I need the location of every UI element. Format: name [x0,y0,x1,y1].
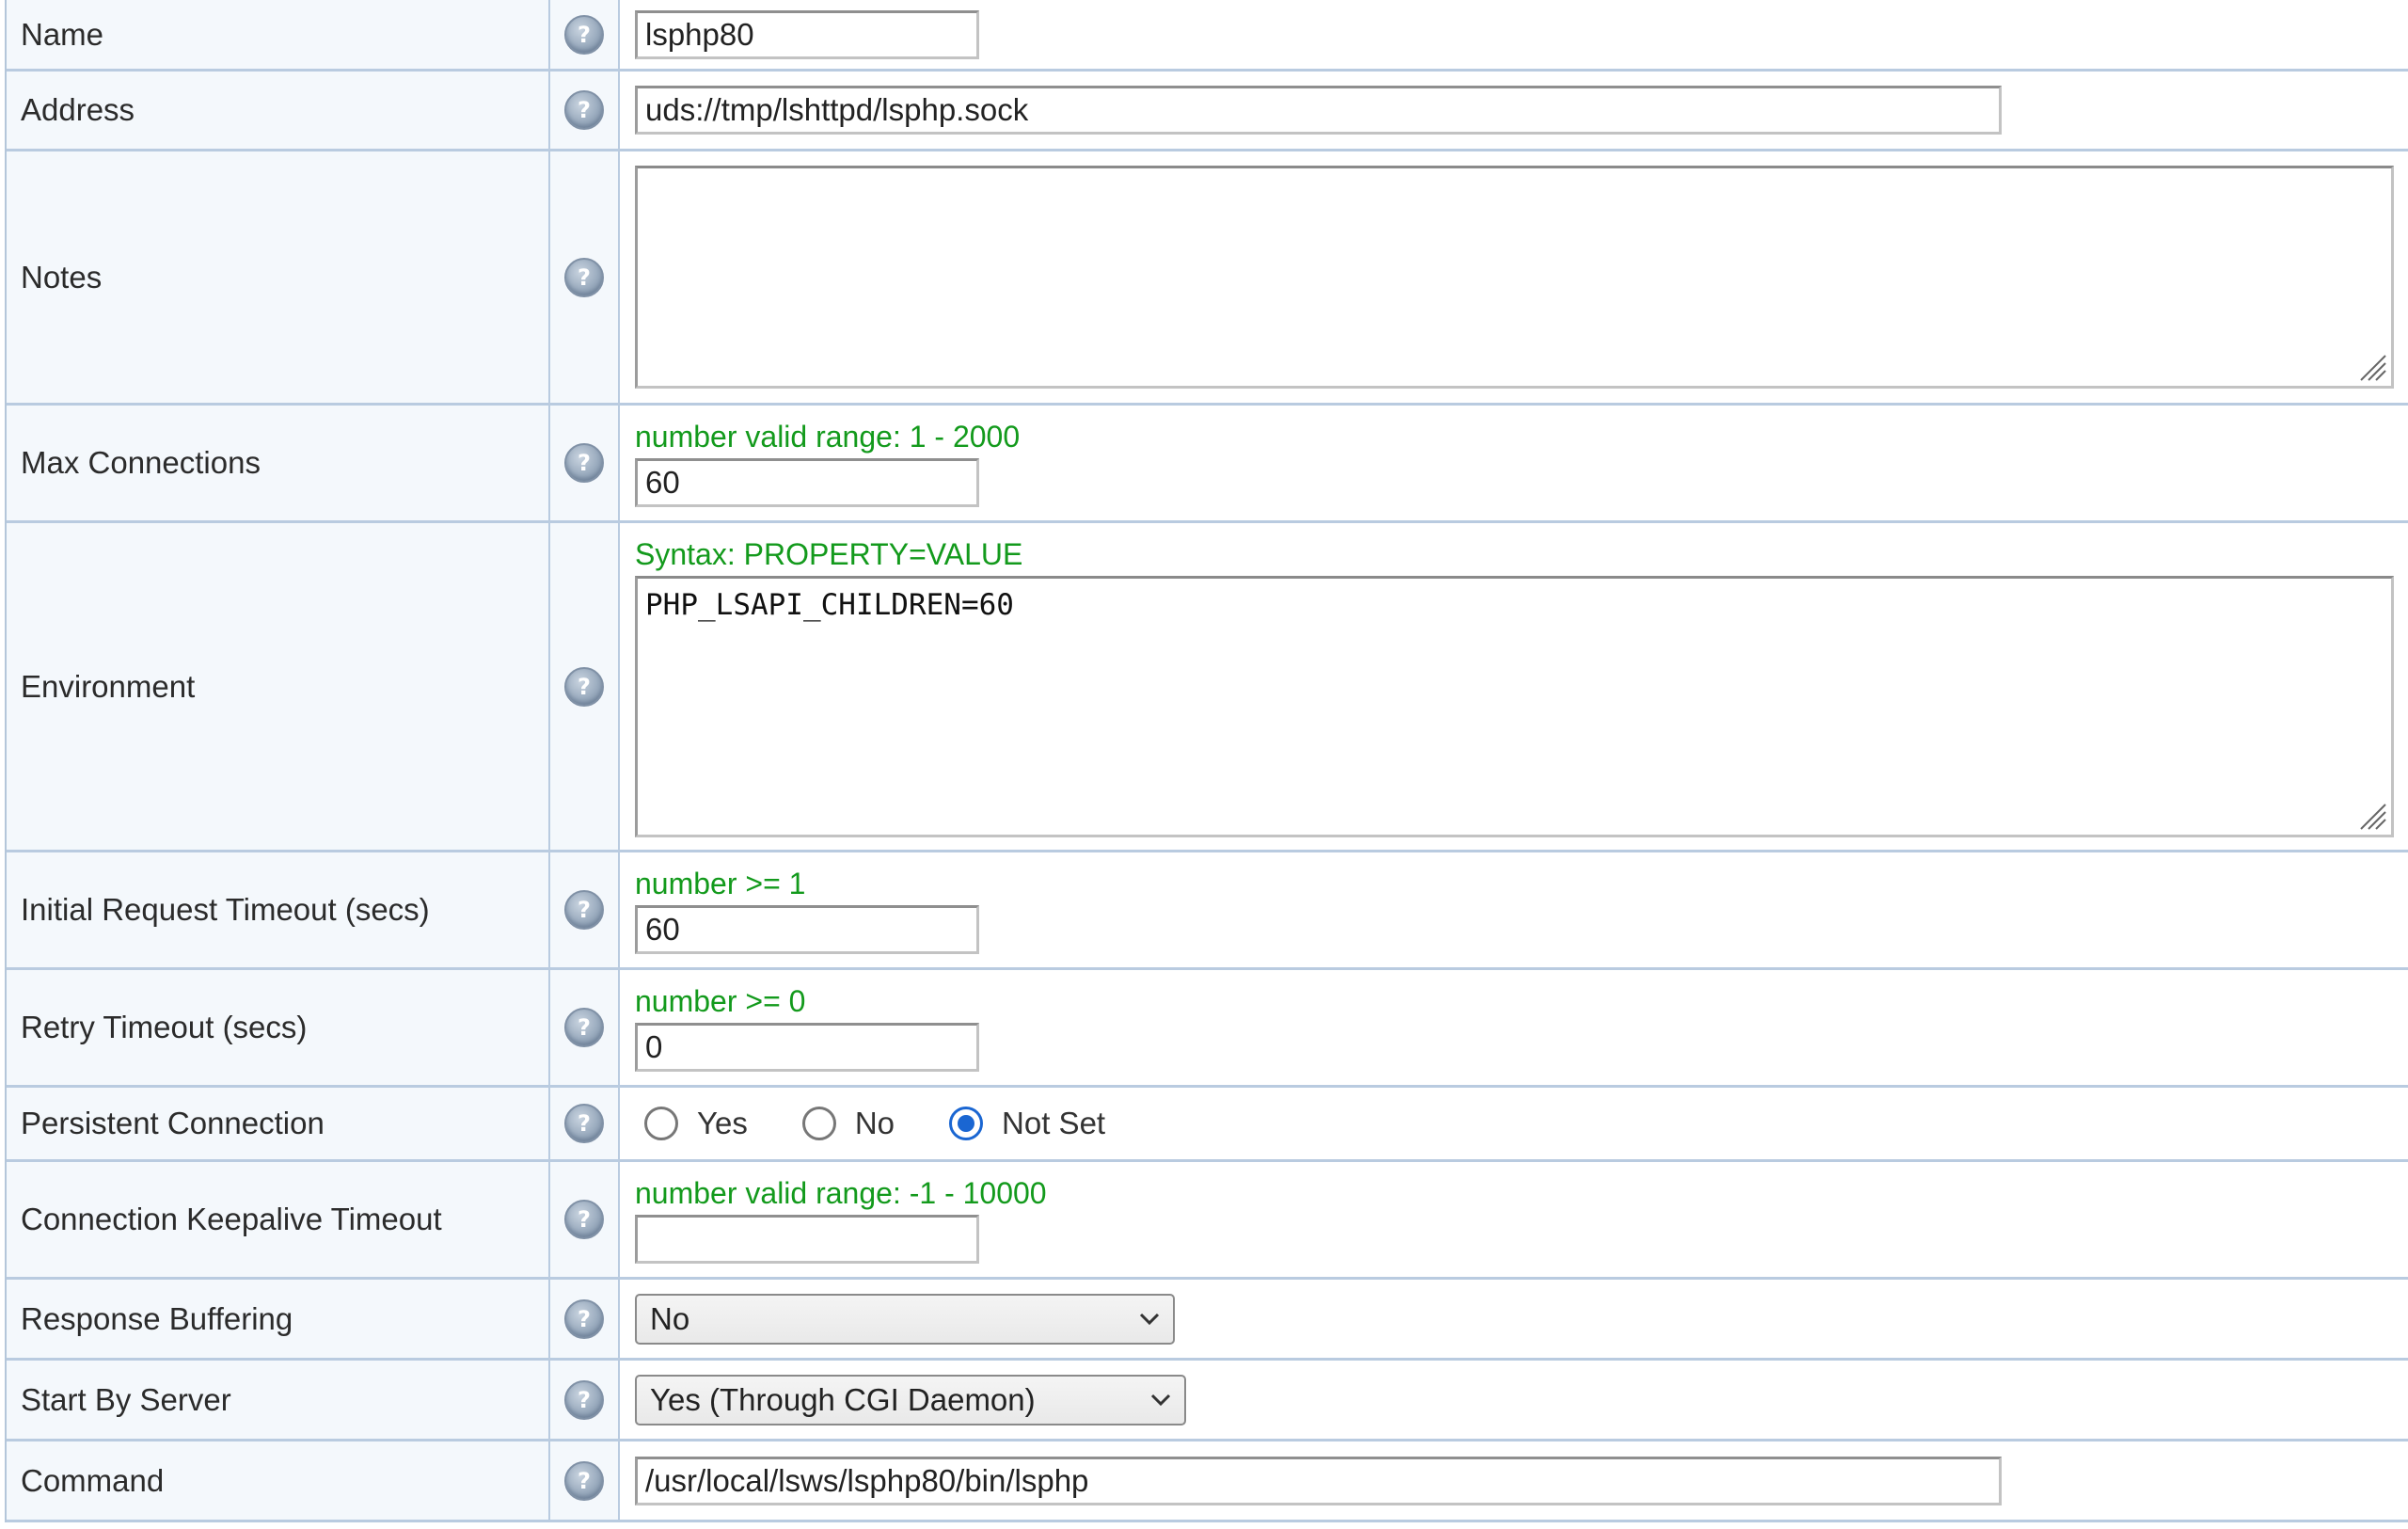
start-by-server-select[interactable]: Yes (Through CGI Daemon) [635,1374,1186,1425]
row-persistent-connection: Persistent Connection ? Yes No Not Set [7,1088,2408,1162]
row-retry-timeout: Retry Timeout (secs) ? number >= 0 0 [7,970,2408,1088]
label-start-by-server: Start By Server [7,1361,550,1439]
notes-textarea[interactable] [635,166,2394,389]
hint-connection-keepalive-timeout: number valid range: -1 - 10000 [635,1176,1047,1210]
persistent-connection-radio-group: Yes No Not Set [635,1106,2408,1141]
label-command: Command [7,1441,550,1520]
help-icon[interactable]: ? [564,1460,604,1501]
row-name: Name ? lsphp80 [7,0,2408,72]
help-icon[interactable]: ? [564,257,604,297]
help-icon[interactable]: ? [564,443,604,483]
help-icon[interactable]: ? [564,1200,604,1239]
help-icon[interactable]: ? [564,1379,604,1420]
hint-initial-request-timeout: number >= 1 [635,867,806,900]
hint-environment: Syntax: PROPERTY=VALUE [635,536,1023,571]
help-icon[interactable]: ? [564,666,604,707]
help-icon[interactable]: ? [564,1298,604,1339]
label-persistent-connection: Persistent Connection [7,1088,550,1159]
response-buffering-select[interactable]: No [635,1293,1175,1345]
address-input[interactable]: uds://tmp/lshttpd/lsphp.sock [635,86,2002,135]
chevron-down-icon [1139,1313,1160,1325]
radio-no[interactable]: No [801,1106,895,1141]
connection-keepalive-timeout-input[interactable] [635,1215,979,1264]
row-max-connections: Max Connections ? number valid range: 1 … [7,406,2408,523]
hint-retry-timeout: number >= 0 [635,984,806,1018]
label-environment: Environment [7,523,550,850]
help-icon[interactable]: ? [564,1008,604,1047]
hint-max-connections: number valid range: 1 - 2000 [635,420,1021,454]
help-icon[interactable]: ? [564,90,604,130]
name-input[interactable]: lsphp80 [635,9,979,59]
row-notes: Notes ? [7,151,2408,406]
help-icon[interactable]: ? [564,890,604,930]
radio-button[interactable] [644,1107,678,1140]
radio-button-selected[interactable] [949,1107,984,1140]
row-initial-request-timeout: Initial Request Timeout (secs) ? number … [7,852,2408,970]
settings-table: Name ? lsphp80 Address ? uds://tmp/lshtt… [5,0,2408,1522]
max-connections-input[interactable]: 60 [635,458,979,507]
chevron-down-icon [1150,1394,1171,1406]
row-start-by-server: Start By Server ? Yes (Through CGI Daemo… [7,1361,2408,1441]
radio-yes[interactable]: Yes [644,1106,748,1141]
radio-not-set[interactable]: Not Set [949,1106,1105,1141]
help-icon[interactable]: ? [564,14,604,55]
help-icon[interactable]: ? [564,1104,604,1143]
label-initial-request-timeout: Initial Request Timeout (secs) [7,852,550,967]
row-connection-keepalive-timeout: Connection Keepalive Timeout ? number va… [7,1162,2408,1280]
label-name: Name [7,0,550,69]
label-retry-timeout: Retry Timeout (secs) [7,970,550,1085]
resize-grip-icon[interactable] [2355,350,2387,382]
resize-grip-icon[interactable] [2355,799,2387,831]
label-response-buffering: Response Buffering [7,1280,550,1358]
row-environment: Environment ? Syntax: PROPERTY=VALUE PHP… [7,523,2408,852]
initial-request-timeout-input[interactable]: 60 [635,905,979,954]
command-input[interactable]: /usr/local/lsws/lsphp80/bin/lsphp [635,1456,2002,1505]
environment-textarea[interactable]: PHP_LSAPI_CHILDREN=60 [635,575,2394,837]
row-address: Address ? uds://tmp/lshttpd/lsphp.sock [7,72,2408,151]
row-command: Command ? /usr/local/lsws/lsphp80/bin/ls… [7,1441,2408,1522]
radio-button[interactable] [801,1107,836,1140]
label-connection-keepalive-timeout: Connection Keepalive Timeout [7,1162,550,1277]
label-notes: Notes [7,151,550,403]
label-max-connections: Max Connections [7,406,550,520]
label-address: Address [7,72,550,149]
row-response-buffering: Response Buffering ? No [7,1280,2408,1361]
retry-timeout-input[interactable]: 0 [635,1023,979,1072]
